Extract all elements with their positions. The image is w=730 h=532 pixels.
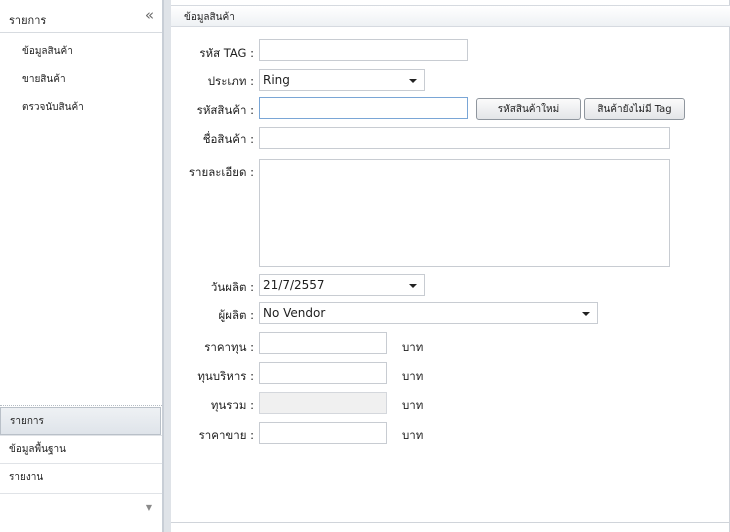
product-name-input[interactable]: [259, 127, 670, 149]
total-cost-label: ทุนรวม :: [210, 398, 254, 412]
sidebar-header: รายการ «: [0, 0, 162, 33]
production-date-picker[interactable]: 21/7/2557: [259, 274, 425, 296]
panel-bottom-border: [171, 522, 730, 532]
panel-splitter[interactable]: [163, 0, 171, 532]
nav-section-list[interactable]: รายการ: [0, 407, 161, 435]
sidebar-title: รายการ: [9, 14, 47, 27]
product-code-label: รหัสสินค้า :: [196, 103, 254, 117]
product-name-label: ชื่อสินค้า :: [202, 132, 254, 146]
nav-section-reports[interactable]: รายงาน: [0, 463, 162, 491]
tag-input[interactable]: [259, 39, 468, 61]
product-code-input[interactable]: [259, 97, 468, 119]
type-select-value: Ring: [263, 73, 290, 87]
nav-section-master-data[interactable]: ข้อมูลพื้นฐาน: [0, 435, 162, 463]
vendor-select[interactable]: No Vendor: [259, 302, 598, 324]
panel-header: ข้อมูลสินค้า: [171, 5, 730, 27]
sale-price-input[interactable]: [259, 422, 387, 444]
admin-cost-label: ทุนบริหาร :: [197, 369, 254, 383]
tag-label: รหัส TAG :: [199, 46, 254, 60]
vendor-select-value: No Vendor: [263, 306, 326, 320]
new-product-code-button[interactable]: รหัสสินค้าใหม่: [476, 98, 581, 120]
production-date-value: 21/7/2557: [263, 278, 325, 292]
sale-price-label: ราคาขาย :: [198, 428, 254, 442]
details-textarea[interactable]: [259, 159, 670, 267]
chevron-down-icon[interactable]: ▼: [146, 503, 152, 512]
sale-price-unit: บาท: [402, 428, 424, 442]
main-panel: ข้อมูลสินค้า รหัส TAG : ประเภท : Ring รห…: [171, 0, 730, 532]
admin-cost-unit: บาท: [402, 369, 424, 383]
cost-price-unit: บาท: [402, 340, 424, 354]
chevron-down-icon: [409, 284, 417, 288]
sidebar-item-stock-count[interactable]: ตรวจนับสินค้า: [22, 100, 84, 115]
production-date-label: วันผลิต :: [210, 280, 254, 294]
details-label: รายละเอียด :: [188, 165, 254, 179]
product-no-tag-button[interactable]: สินค้ายังไม่มี Tag: [584, 98, 685, 120]
type-label: ประเภท :: [207, 74, 254, 88]
type-select[interactable]: Ring: [259, 69, 425, 91]
sidebar-item-sell-product[interactable]: ขายสินค้า: [22, 72, 66, 87]
cost-price-input[interactable]: [259, 332, 387, 354]
collapse-sidebar-icon[interactable]: «: [145, 7, 154, 23]
admin-cost-input[interactable]: [259, 362, 387, 384]
sidebar: รายการ « ข้อมูลสินค้า ขายสินค้า ตรวจนับส…: [0, 0, 163, 532]
chevron-down-icon: [582, 312, 590, 316]
vendor-label: ผู้ผลิต :: [218, 308, 254, 322]
total-cost-unit: บาท: [402, 398, 424, 412]
total-cost-input: [259, 392, 387, 414]
panel-title: ข้อมูลสินค้า: [184, 12, 235, 23]
chevron-down-icon: [409, 79, 417, 83]
sidebar-item-product-info[interactable]: ข้อมูลสินค้า: [22, 44, 73, 59]
sidebar-footer: ▼: [0, 493, 162, 532]
cost-price-label: ราคาทุน :: [204, 340, 254, 354]
